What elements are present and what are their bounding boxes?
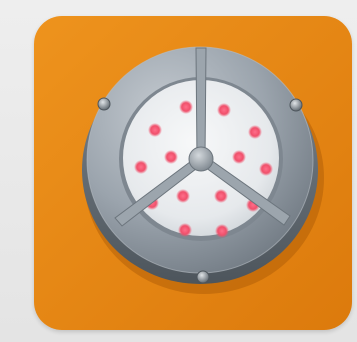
led [164, 150, 178, 164]
led [259, 162, 273, 176]
spoke-top [195, 47, 207, 161]
app-icon-canvas [0, 0, 357, 342]
led [215, 224, 229, 238]
screw-icon [196, 270, 210, 284]
led-light-fixture-illustration [34, 16, 352, 330]
led [232, 150, 246, 164]
led [217, 103, 231, 117]
center-hub [188, 146, 214, 172]
led [248, 125, 262, 139]
screw-icon [289, 98, 303, 112]
led [179, 100, 193, 114]
led [148, 123, 162, 137]
led [178, 223, 192, 237]
led [176, 189, 190, 203]
led [214, 189, 228, 203]
led [134, 160, 148, 174]
screw-icon [97, 97, 111, 111]
